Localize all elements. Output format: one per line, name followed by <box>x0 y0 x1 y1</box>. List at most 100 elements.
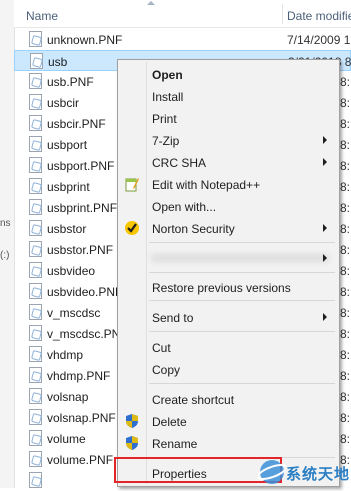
menu-item-delete[interactable]: Delete <box>120 410 337 432</box>
file-name: usbstor.PNF <box>47 243 114 257</box>
menu-item-rename[interactable]: Rename <box>120 432 337 454</box>
notepad-plus-plus-icon <box>125 178 139 192</box>
file-name: volsnap <box>47 390 89 404</box>
menu-item-print[interactable]: Print <box>120 107 337 129</box>
file-icon <box>29 472 42 488</box>
nav-fragment: (:) <box>0 250 10 261</box>
file-name: usbvideo.PNF <box>47 285 123 299</box>
menu-item-send-to[interactable]: Send to <box>120 306 337 328</box>
column-date-header[interactable]: Date modifie <box>287 9 351 23</box>
menu-separator <box>149 242 335 243</box>
menu-item-crc-sha[interactable]: CRC SHA <box>120 151 337 173</box>
file-name: volsnap.PNF <box>47 411 116 425</box>
file-date: 8: <box>340 306 351 320</box>
menu-item-label: CRC SHA <box>152 156 207 170</box>
file-date: 8: <box>340 201 351 215</box>
menu-item-label: Rename <box>152 437 198 451</box>
file-icon <box>29 346 42 362</box>
file-icon <box>29 115 42 131</box>
file-name: v_mscdsc <box>47 306 101 320</box>
file-name: usbstor <box>47 222 87 236</box>
file-icon <box>29 157 42 173</box>
menu-item-cut[interactable]: Cut <box>120 336 337 358</box>
file-icon <box>29 73 42 89</box>
norton-check-icon <box>125 221 139 235</box>
submenu-arrow-icon <box>323 158 327 166</box>
file-date: 8: <box>340 180 351 194</box>
file-date: 8: <box>340 264 351 278</box>
menu-item-label: Norton Security <box>152 222 235 236</box>
file-name: usbcir <box>47 96 80 110</box>
file-name: usb.PNF <box>47 75 94 89</box>
file-icon <box>29 304 42 320</box>
file-icon <box>29 430 42 446</box>
file-icon <box>29 367 42 383</box>
submenu-arrow-icon <box>323 254 327 262</box>
menu-item-label: Print <box>152 112 177 126</box>
file-icon <box>29 178 42 194</box>
menu-item-label: Open <box>152 68 183 82</box>
menu-separator <box>149 383 335 384</box>
site-watermark: 系统天地 <box>256 456 351 488</box>
file-name: volume <box>47 432 86 446</box>
file-row[interactable]: unknown.PNF 7/14/2009 12 <box>14 29 351 50</box>
file-icon <box>29 451 42 467</box>
submenu-arrow-icon <box>323 313 327 321</box>
menu-separator <box>149 331 335 332</box>
blurred-label <box>150 253 330 263</box>
column-divider[interactable] <box>282 4 283 24</box>
file-icon <box>29 262 42 278</box>
file-icon <box>29 388 42 404</box>
file-date: 8: <box>340 243 351 257</box>
menu-item-copy[interactable]: Copy <box>120 358 337 380</box>
watermark-logo-icon <box>258 460 286 484</box>
menu-item-label: Install <box>152 90 184 104</box>
file-date: 8: <box>340 390 351 404</box>
file-date: 8: <box>340 159 351 173</box>
uac-shield-icon <box>126 436 138 450</box>
submenu-arrow-icon <box>323 136 327 144</box>
file-date: 8: <box>340 432 351 446</box>
menu-item-label: Delete <box>152 415 187 429</box>
file-name: usbprint.PNF <box>47 201 118 215</box>
file-icon <box>29 241 42 257</box>
file-date: 7/14/2009 12 <box>287 33 351 47</box>
file-date: 8: <box>340 411 351 425</box>
file-icon <box>29 283 42 299</box>
menu-item-norton[interactable]: Norton Security <box>120 217 337 239</box>
column-name-header[interactable]: Name <box>26 9 58 23</box>
menu-item-label: Copy <box>152 363 181 377</box>
file-date: 8: <box>340 117 351 131</box>
menu-item-label: Create shortcut <box>152 393 235 407</box>
context-menu: Open Install Print 7-Zip CRC SHA Edit wi… <box>117 59 340 487</box>
file-name: volume.PNF <box>47 453 114 467</box>
menu-item-label: Edit with Notepad++ <box>152 178 261 192</box>
menu-separator <box>149 272 335 273</box>
file-icon <box>29 94 42 110</box>
menu-item-edit-notepad[interactable]: Edit with Notepad++ <box>120 173 337 195</box>
menu-item-7zip[interactable]: 7-Zip <box>120 129 337 151</box>
file-date: 8: <box>340 348 351 362</box>
file-date: 8: <box>340 96 351 110</box>
file-date: 8: <box>340 222 351 236</box>
file-icon <box>29 220 42 236</box>
menu-item-label: Open with... <box>152 200 217 214</box>
menu-item-open-with[interactable]: Open with... <box>120 195 337 217</box>
menu-item-open[interactable]: Open <box>120 63 337 85</box>
file-name: vhdmp.PNF <box>47 369 111 383</box>
file-icon <box>29 31 42 47</box>
file-icon <box>29 325 42 341</box>
menu-item-create-shortcut[interactable]: Create shortcut <box>120 388 337 410</box>
sort-arrow-icon <box>147 1 155 5</box>
submenu-arrow-icon <box>323 224 327 232</box>
menu-separator <box>149 300 335 301</box>
menu-item-label: Send to <box>152 311 194 325</box>
menu-item-install[interactable]: Install <box>120 85 337 107</box>
file-name: unknown.PNF <box>47 33 123 47</box>
file-date: 8: <box>340 75 351 89</box>
file-date: 8: <box>340 285 351 299</box>
file-date: 8: <box>340 138 351 152</box>
menu-item-obscured[interactable] <box>120 247 337 269</box>
menu-item-label: Cut <box>152 341 171 355</box>
menu-item-restore-previous-versions[interactable]: Restore previous versions <box>120 276 337 298</box>
